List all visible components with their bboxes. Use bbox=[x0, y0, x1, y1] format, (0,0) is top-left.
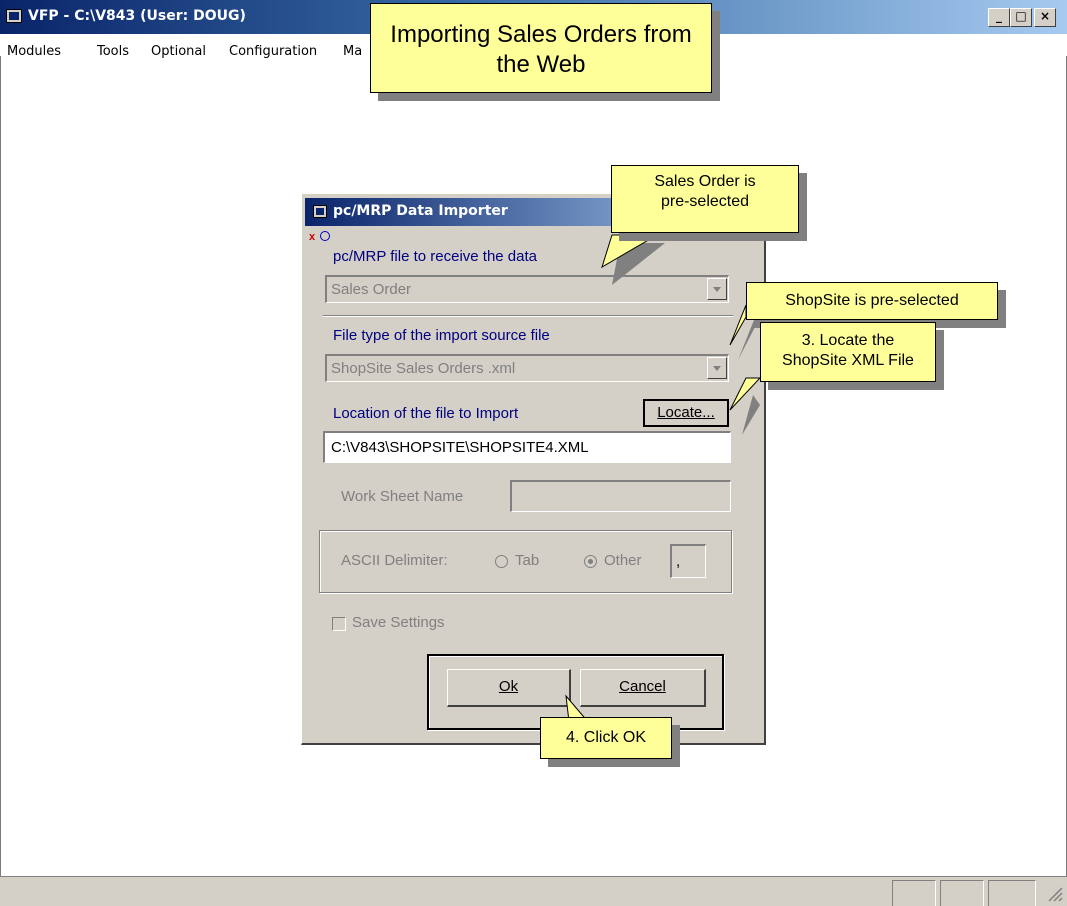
menu-modules[interactable]: Modules bbox=[7, 44, 61, 59]
delimiter-char-input[interactable] bbox=[670, 544, 706, 578]
save-settings-checkbox[interactable] bbox=[332, 617, 346, 631]
status-panel-3 bbox=[988, 880, 1036, 906]
file-type-select[interactable]: ShopSite Sales Orders .xml bbox=[325, 354, 729, 382]
sales-order-callout: Sales Order is pre-selected bbox=[611, 165, 799, 233]
chevron-down-icon[interactable] bbox=[707, 278, 727, 300]
locate-button[interactable]: Locate... bbox=[643, 399, 729, 427]
divider bbox=[323, 315, 733, 317]
menu-tools[interactable]: Tools bbox=[97, 44, 129, 59]
menu-ma[interactable]: Ma bbox=[343, 44, 362, 59]
close-button[interactable]: × bbox=[1034, 8, 1056, 27]
maximize-button[interactable]: □ bbox=[1010, 8, 1032, 27]
shopsite-callout: ShopSite is pre-selected bbox=[746, 282, 998, 320]
other-radio-label: Other bbox=[604, 552, 642, 569]
tab-radio-label: Tab bbox=[515, 552, 540, 569]
other-radio[interactable] bbox=[584, 555, 597, 568]
tab-radio[interactable] bbox=[495, 555, 508, 568]
help-icon[interactable] bbox=[320, 231, 330, 241]
save-settings-label: Save Settings bbox=[352, 614, 445, 631]
status-panel-1 bbox=[892, 880, 936, 906]
dialog-title: pc/MRP Data Importer bbox=[333, 203, 508, 219]
heading-callout: Importing Sales Orders from the Web bbox=[370, 3, 712, 93]
receive-file-select[interactable]: Sales Order bbox=[325, 275, 729, 303]
receive-file-value: Sales Order bbox=[331, 281, 412, 298]
close-icon[interactable]: x bbox=[309, 232, 319, 243]
file-path-input[interactable] bbox=[323, 431, 731, 463]
file-type-label: File type of the import source file bbox=[333, 327, 550, 344]
menu-configuration[interactable]: Configuration bbox=[229, 44, 317, 59]
delimiter-label: ASCII Delimiter: bbox=[341, 552, 448, 569]
file-type-value: ShopSite Sales Orders .xml bbox=[331, 360, 516, 377]
locate-callout: 3. Locate the ShopSite XML File bbox=[760, 322, 936, 382]
worksheet-label: Work Sheet Name bbox=[341, 488, 464, 505]
receive-file-label: pc/MRP file to receive the data bbox=[333, 248, 537, 265]
ok-button[interactable]: Ok bbox=[447, 669, 571, 707]
click-ok-callout: 4. Click OK bbox=[540, 717, 672, 759]
resize-grip-icon[interactable] bbox=[1045, 884, 1063, 902]
window-title: VFP - C:\V843 (User: DOUG) bbox=[28, 8, 246, 24]
status-panel-2 bbox=[940, 880, 984, 906]
app-icon bbox=[6, 9, 22, 23]
dialog-app-icon bbox=[313, 205, 327, 218]
worksheet-input[interactable] bbox=[510, 480, 731, 512]
location-label: Location of the file to Import bbox=[333, 405, 519, 422]
minimize-button[interactable]: _ bbox=[988, 8, 1010, 27]
chevron-down-icon[interactable] bbox=[707, 357, 727, 379]
menu-optional[interactable]: Optional bbox=[151, 44, 206, 59]
cancel-button[interactable]: Cancel bbox=[580, 669, 706, 707]
